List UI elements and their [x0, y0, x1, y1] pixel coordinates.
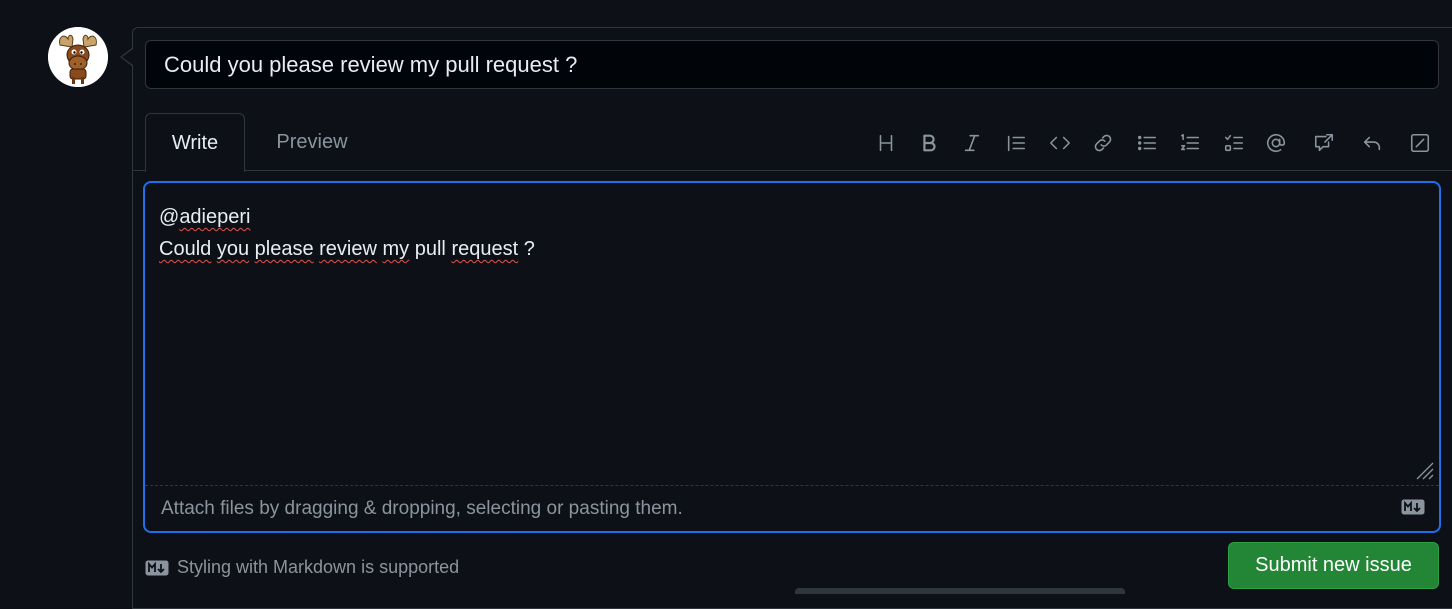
markdown-icon — [145, 560, 169, 575]
mention-line: @adieperi — [159, 206, 251, 228]
comment-body-text: @adieperi Could you please review my pul… — [159, 201, 535, 265]
italic-icon[interactable] — [957, 128, 987, 158]
body-line: Could you please review my pull request … — [159, 233, 535, 265]
resize-handle-icon[interactable] — [1411, 457, 1435, 481]
ordered-list-icon[interactable] — [1175, 128, 1205, 158]
mention-icon[interactable] — [1261, 128, 1291, 158]
task-list-icon[interactable] — [1219, 128, 1249, 158]
attach-files-bar[interactable]: Attach files by dragging & dropping, sel… — [145, 485, 1439, 531]
word: Could — [159, 238, 212, 260]
heading-icon[interactable] — [871, 128, 901, 158]
tab-write[interactable]: Write — [145, 113, 245, 172]
user-avatar[interactable] — [48, 27, 108, 87]
word: you — [216, 238, 250, 260]
mention-username: adieperi — [179, 206, 251, 228]
word: please — [254, 238, 314, 260]
markdown-note-text: Styling with Markdown is supported — [177, 557, 460, 577]
attach-files-text: Attach files by dragging & dropping, sel… — [161, 497, 683, 519]
word: pull — [414, 238, 446, 260]
code-icon[interactable] — [1045, 128, 1075, 158]
fullscreen-icon[interactable] — [1405, 128, 1435, 158]
moose-avatar-icon — [48, 27, 108, 87]
quote-icon[interactable] — [1001, 128, 1031, 158]
link-icon[interactable] — [1088, 128, 1118, 158]
issue-title-input[interactable] — [145, 40, 1439, 89]
undo-icon[interactable] — [1357, 128, 1387, 158]
bold-icon[interactable] — [914, 128, 944, 158]
scroll-indicator — [795, 588, 1125, 594]
word: review — [319, 238, 377, 260]
markdown-supported-note[interactable]: Styling with Markdown is supported — [145, 557, 459, 578]
comment-body-textarea[interactable]: @adieperi Could you please review my pul… — [143, 181, 1441, 533]
word: my — [382, 238, 410, 260]
markdown-icon — [1401, 499, 1425, 515]
word: ? — [523, 238, 535, 260]
tab-preview[interactable]: Preview — [262, 113, 362, 172]
comment-caret-inner — [122, 49, 133, 65]
submit-new-issue-button[interactable]: Submit new issue — [1228, 542, 1439, 589]
reference-icon[interactable] — [1309, 128, 1339, 158]
word: request — [451, 238, 519, 260]
unordered-list-icon[interactable] — [1132, 128, 1162, 158]
